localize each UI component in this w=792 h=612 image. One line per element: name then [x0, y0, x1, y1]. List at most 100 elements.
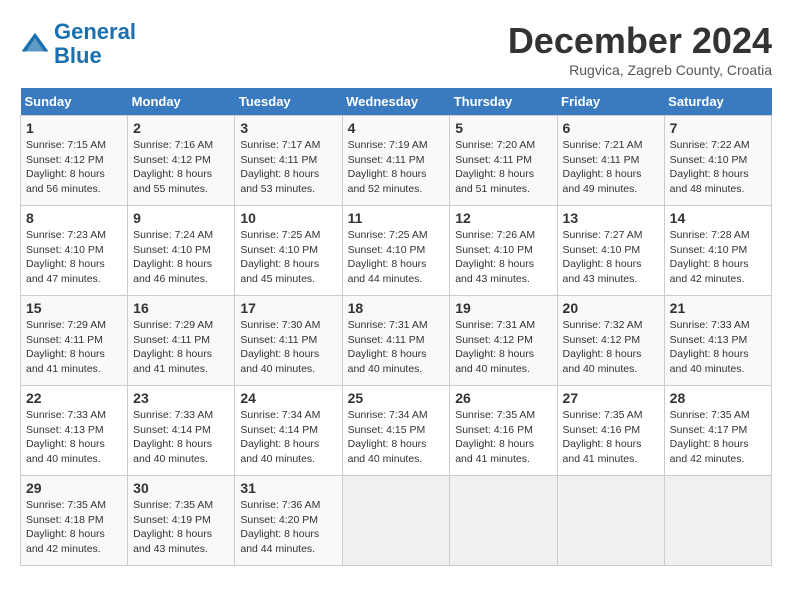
- day-info: Sunrise: 7:33 AMSunset: 4:13 PMDaylight:…: [670, 319, 750, 375]
- day-info: Sunrise: 7:29 AMSunset: 4:11 PMDaylight:…: [133, 319, 213, 375]
- calendar-week-4: 22 Sunrise: 7:33 AMSunset: 4:13 PMDayligh…: [21, 386, 772, 476]
- day-info: Sunrise: 7:30 AMSunset: 4:11 PMDaylight:…: [240, 319, 320, 375]
- day-number: 16: [133, 300, 229, 316]
- day-info: Sunrise: 7:32 AMSunset: 4:12 PMDaylight:…: [563, 319, 643, 375]
- day-info: Sunrise: 7:28 AMSunset: 4:10 PMDaylight:…: [670, 229, 750, 285]
- location-subtitle: Rugvica, Zagreb County, Croatia: [508, 62, 772, 78]
- calendar-cell: 18 Sunrise: 7:31 AMSunset: 4:11 PMDayligh…: [342, 296, 450, 386]
- calendar-cell: 22 Sunrise: 7:33 AMSunset: 4:13 PMDayligh…: [21, 386, 128, 476]
- day-number: 20: [563, 300, 659, 316]
- page-header: General Blue December 2024 Rugvica, Zagr…: [20, 20, 772, 78]
- day-number: 17: [240, 300, 336, 316]
- calendar-cell: 30 Sunrise: 7:35 AMSunset: 4:19 PMDayligh…: [128, 476, 235, 566]
- calendar-cell: 11Sunrise: 7:25 AMSunset: 4:10 PMDayligh…: [342, 206, 450, 296]
- day-number: 9: [133, 210, 229, 226]
- day-number: 29: [26, 480, 122, 496]
- calendar-cell: 24Sunrise: 7:34 AMSunset: 4:14 PMDayligh…: [235, 386, 342, 476]
- day-number: 13: [563, 210, 659, 226]
- day-number: 4: [348, 120, 445, 136]
- day-number: 8: [26, 210, 122, 226]
- calendar-cell: 16 Sunrise: 7:29 AMSunset: 4:11 PMDayligh…: [128, 296, 235, 386]
- logo-icon: [20, 29, 50, 59]
- calendar-week-1: 1 Sunrise: 7:15 AMSunset: 4:12 PMDaylight…: [21, 116, 772, 206]
- header-day-wednesday: Wednesday: [342, 88, 450, 116]
- logo: General Blue: [20, 20, 136, 68]
- day-number: 23: [133, 390, 229, 406]
- day-info: Sunrise: 7:31 AMSunset: 4:11 PMDaylight:…: [348, 319, 428, 375]
- calendar-cell: 29 Sunrise: 7:35 AMSunset: 4:18 PMDayligh…: [21, 476, 128, 566]
- calendar-cell: 6 Sunrise: 7:21 AMSunset: 4:11 PMDaylight…: [557, 116, 664, 206]
- day-number: 1: [26, 120, 122, 136]
- calendar-header-row: SundayMondayTuesdayWednesdayThursdayFrid…: [21, 88, 772, 116]
- day-info: Sunrise: 7:34 AMSunset: 4:14 PMDaylight:…: [240, 409, 320, 465]
- day-info: Sunrise: 7:17 AMSunset: 4:11 PMDaylight:…: [240, 139, 320, 195]
- header-day-saturday: Saturday: [664, 88, 771, 116]
- header-day-friday: Friday: [557, 88, 664, 116]
- calendar-cell: 15Sunrise: 7:29 AMSunset: 4:11 PMDayligh…: [21, 296, 128, 386]
- calendar-cell: 25Sunrise: 7:34 AMSunset: 4:15 PMDayligh…: [342, 386, 450, 476]
- day-info: Sunrise: 7:19 AMSunset: 4:11 PMDaylight:…: [348, 139, 428, 195]
- calendar-week-2: 8Sunrise: 7:23 AMSunset: 4:10 PMDaylight…: [21, 206, 772, 296]
- day-number: 6: [563, 120, 659, 136]
- calendar-cell: 2Sunrise: 7:16 AMSunset: 4:12 PMDaylight…: [128, 116, 235, 206]
- logo-line1: General: [54, 19, 136, 44]
- day-number: 7: [670, 120, 766, 136]
- calendar-table: SundayMondayTuesdayWednesdayThursdayFrid…: [20, 88, 772, 566]
- calendar-cell: 4 Sunrise: 7:19 AMSunset: 4:11 PMDaylight…: [342, 116, 450, 206]
- day-info: Sunrise: 7:35 AMSunset: 4:19 PMDaylight:…: [133, 499, 213, 555]
- calendar-cell: 12 Sunrise: 7:26 AMSunset: 4:10 PMDayligh…: [450, 206, 557, 296]
- calendar-cell: [664, 476, 771, 566]
- day-info: Sunrise: 7:26 AMSunset: 4:10 PMDaylight:…: [455, 229, 535, 285]
- header-day-monday: Monday: [128, 88, 235, 116]
- day-number: 2: [133, 120, 229, 136]
- day-number: 22: [26, 390, 122, 406]
- day-number: 10: [240, 210, 336, 226]
- day-info: Sunrise: 7:36 AMSunset: 4:20 PMDaylight:…: [240, 499, 320, 555]
- day-number: 26: [455, 390, 551, 406]
- title-block: December 2024 Rugvica, Zagreb County, Cr…: [508, 20, 772, 78]
- calendar-week-5: 29 Sunrise: 7:35 AMSunset: 4:18 PMDayligh…: [21, 476, 772, 566]
- calendar-week-3: 15Sunrise: 7:29 AMSunset: 4:11 PMDayligh…: [21, 296, 772, 386]
- calendar-cell: 26Sunrise: 7:35 AMSunset: 4:16 PMDayligh…: [450, 386, 557, 476]
- day-info: Sunrise: 7:35 AMSunset: 4:18 PMDaylight:…: [26, 499, 106, 555]
- header-day-tuesday: Tuesday: [235, 88, 342, 116]
- calendar-cell: 31 Sunrise: 7:36 AMSunset: 4:20 PMDayligh…: [235, 476, 342, 566]
- calendar-cell: [342, 476, 450, 566]
- day-info: Sunrise: 7:29 AMSunset: 4:11 PMDaylight:…: [26, 319, 106, 375]
- day-number: 12: [455, 210, 551, 226]
- calendar-cell: 14 Sunrise: 7:28 AMSunset: 4:10 PMDayligh…: [664, 206, 771, 296]
- day-number: 27: [563, 390, 659, 406]
- day-info: Sunrise: 7:31 AMSunset: 4:12 PMDaylight:…: [455, 319, 535, 375]
- calendar-cell: 13 Sunrise: 7:27 AMSunset: 4:10 PMDayligh…: [557, 206, 664, 296]
- day-info: Sunrise: 7:20 AMSunset: 4:11 PMDaylight:…: [455, 139, 535, 195]
- day-number: 18: [348, 300, 445, 316]
- day-info: Sunrise: 7:33 AMSunset: 4:13 PMDaylight:…: [26, 409, 106, 465]
- calendar-cell: [450, 476, 557, 566]
- calendar-cell: 3Sunrise: 7:17 AMSunset: 4:11 PMDaylight…: [235, 116, 342, 206]
- day-info: Sunrise: 7:24 AMSunset: 4:10 PMDaylight:…: [133, 229, 213, 285]
- day-info: Sunrise: 7:22 AMSunset: 4:10 PMDaylight:…: [670, 139, 750, 195]
- day-info: Sunrise: 7:33 AMSunset: 4:14 PMDaylight:…: [133, 409, 213, 465]
- day-number: 5: [455, 120, 551, 136]
- calendar-cell: 28 Sunrise: 7:35 AMSunset: 4:17 PMDayligh…: [664, 386, 771, 476]
- day-number: 21: [670, 300, 766, 316]
- calendar-cell: 5 Sunrise: 7:20 AMSunset: 4:11 PMDaylight…: [450, 116, 557, 206]
- day-number: 14: [670, 210, 766, 226]
- calendar-cell: 23 Sunrise: 7:33 AMSunset: 4:14 PMDayligh…: [128, 386, 235, 476]
- calendar-cell: 7 Sunrise: 7:22 AMSunset: 4:10 PMDaylight…: [664, 116, 771, 206]
- calendar-cell: 1 Sunrise: 7:15 AMSunset: 4:12 PMDaylight…: [21, 116, 128, 206]
- day-number: 28: [670, 390, 766, 406]
- day-info: Sunrise: 7:21 AMSunset: 4:11 PMDaylight:…: [563, 139, 643, 195]
- calendar-cell: 20 Sunrise: 7:32 AMSunset: 4:12 PMDayligh…: [557, 296, 664, 386]
- calendar-cell: 27Sunrise: 7:35 AMSunset: 4:16 PMDayligh…: [557, 386, 664, 476]
- day-info: Sunrise: 7:15 AMSunset: 4:12 PMDaylight:…: [26, 139, 106, 195]
- header-day-thursday: Thursday: [450, 88, 557, 116]
- month-title: December 2024: [508, 20, 772, 62]
- day-info: Sunrise: 7:27 AMSunset: 4:10 PMDaylight:…: [563, 229, 643, 285]
- day-number: 11: [348, 210, 445, 226]
- day-number: 25: [348, 390, 445, 406]
- day-number: 30: [133, 480, 229, 496]
- day-info: Sunrise: 7:35 AMSunset: 4:17 PMDaylight:…: [670, 409, 750, 465]
- day-info: Sunrise: 7:25 AMSunset: 4:10 PMDaylight:…: [240, 229, 320, 285]
- day-number: 31: [240, 480, 336, 496]
